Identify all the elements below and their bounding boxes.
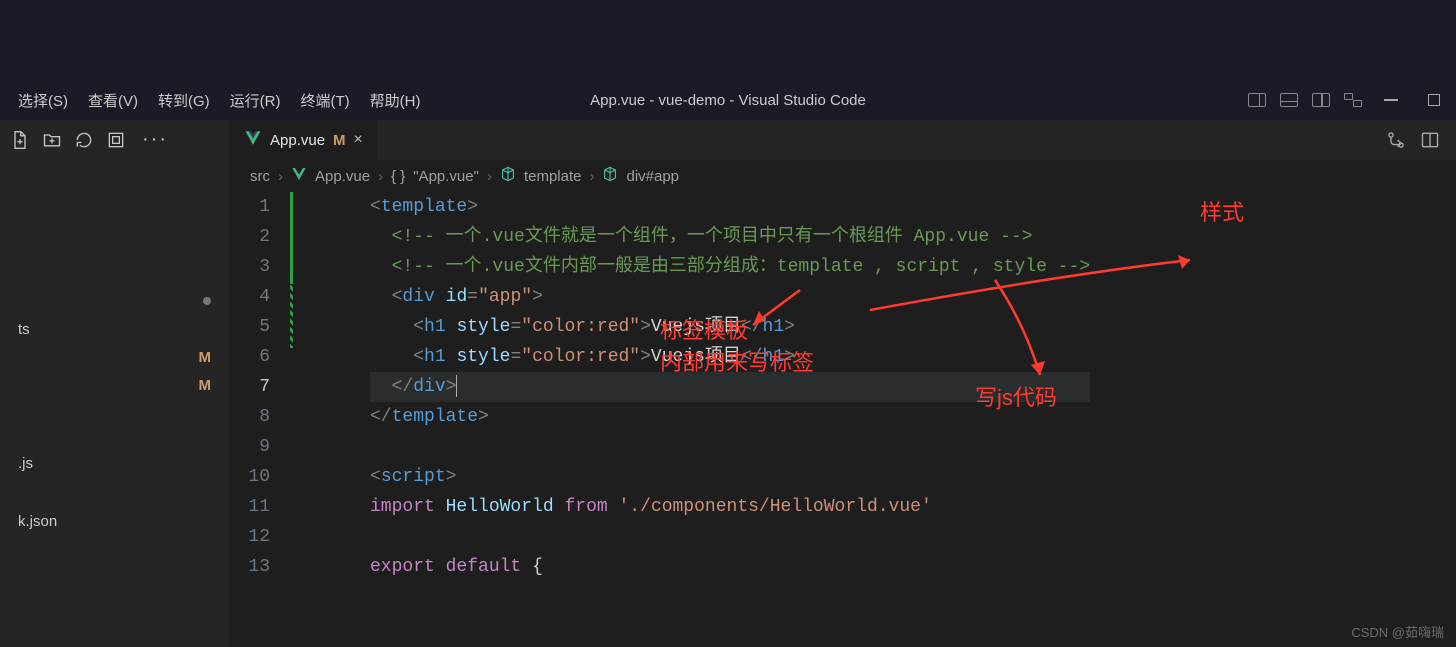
code-editor[interactable]: 1 2 3 4 5 6 7 8 9 10 11 12 13 <template> [230,192,1456,647]
file-name: .js [18,455,33,472]
tab-modified-badge: M [333,132,346,149]
window-title: App.vue - vue-demo - Visual Studio Code [590,92,866,109]
file-row[interactable]: k.json [0,507,229,535]
compare-changes-icon[interactable] [1386,130,1406,150]
vue-icon [244,129,262,151]
layout-grid-icon[interactable] [1344,93,1362,107]
modified-dot-icon [203,297,211,305]
file-row[interactable]: ts [0,315,229,343]
watermark: CSDN @茹嗨瑞 [1351,622,1444,641]
breadcrumb-template[interactable]: template [524,168,582,185]
file-row[interactable] [0,287,229,315]
tab-app-vue[interactable]: App.vue M × [230,120,378,160]
breadcrumb-div[interactable]: div#app [626,168,679,185]
new-folder-icon[interactable] [42,130,62,150]
menu-bar: 选择(S) 查看(V) 转到(G) 运行(R) 终端(T) 帮助(H) App.… [0,80,1456,120]
file-name: k.json [18,513,57,530]
explorer-sidebar: ··· ts M M .js k.json [0,120,230,647]
chevron-right-icon: › [487,168,492,185]
breadcrumb-src[interactable]: src [250,168,270,185]
menu-terminal[interactable]: 终端(T) [291,90,360,111]
window-controls [1248,93,1448,107]
file-name: ts [18,321,30,338]
file-row[interactable] [0,399,229,449]
menu-go[interactable]: 转到(G) [148,90,220,111]
file-row[interactable]: .js [0,449,229,477]
chevron-right-icon: › [589,168,594,185]
breadcrumb-scope[interactable]: "App.vue" [413,168,479,185]
cube-icon [602,166,618,186]
split-editor-icon[interactable] [1420,130,1440,150]
window-maximize-icon[interactable] [1428,94,1440,106]
chevron-right-icon: › [378,168,383,185]
more-actions-icon[interactable]: ··· [138,128,168,151]
layout-split-icon[interactable] [1312,93,1330,107]
file-row[interactable] [0,477,229,507]
title-bar-spacer [0,0,1456,80]
menu-select[interactable]: 选择(S) [8,90,78,111]
window-minimize-icon[interactable] [1384,99,1398,101]
new-file-icon[interactable] [10,130,30,150]
menu-help[interactable]: 帮助(H) [360,90,431,111]
file-row[interactable] [0,167,229,287]
chevron-right-icon: › [278,168,283,185]
editor-tabs: App.vue M × [230,120,1456,160]
line-gutter: 1 2 3 4 5 6 7 8 9 10 11 12 13 [230,192,290,647]
menu-run[interactable]: 运行(R) [220,90,291,111]
refresh-icon[interactable] [74,130,94,150]
menu-view[interactable]: 查看(V) [78,90,148,111]
file-row[interactable]: M [0,371,229,399]
modified-badge: M [199,377,212,394]
layout-bottom-icon[interactable] [1280,93,1298,107]
collapse-icon[interactable] [106,130,126,150]
file-list: ts M M .js k.json [0,167,229,535]
breadcrumb-file[interactable]: App.vue [315,168,370,185]
tab-filename: App.vue [270,132,325,149]
file-row[interactable]: M [0,343,229,371]
code-lines[interactable]: <template> <!-- 一个.vue文件就是一个组件，一个项目中只有一个… [290,192,1090,647]
breadcrumb[interactable]: src › App.vue › { } "App.vue" › template… [230,160,1456,192]
layout-left-icon[interactable] [1248,93,1266,107]
modified-badge: M [199,349,212,366]
braces-icon: { } [391,168,405,185]
tab-close-icon[interactable]: × [354,131,363,149]
cube-icon [500,166,516,186]
vue-icon [291,166,307,186]
